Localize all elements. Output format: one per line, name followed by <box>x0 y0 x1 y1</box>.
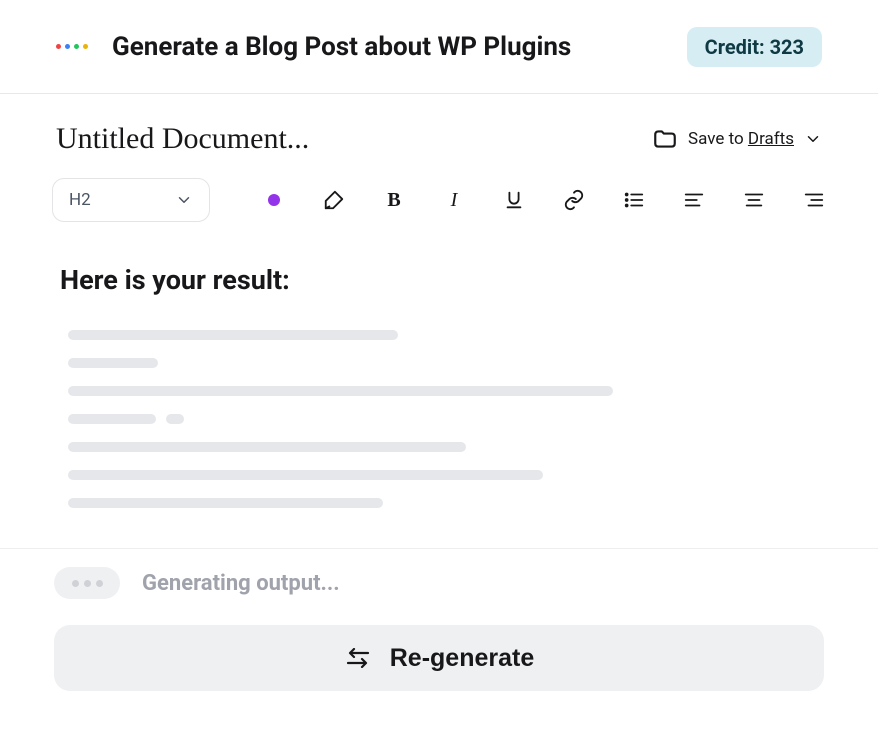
heading-value: H2 <box>69 190 91 210</box>
top-bar-left: Generate a Blog Post about WP Plugins <box>56 32 571 62</box>
save-target: Drafts <box>748 129 794 149</box>
text-color-button[interactable] <box>262 188 286 212</box>
placeholder-line <box>68 414 818 424</box>
placeholder-line <box>68 330 398 340</box>
italic-icon: I <box>451 189 458 212</box>
highlighter-icon <box>323 189 345 211</box>
generating-label: Generating output... <box>142 571 340 596</box>
document-title[interactable]: Untitled Document... <box>56 122 309 156</box>
color-dot-icon <box>268 194 280 206</box>
toolbar-icons: B I <box>262 188 826 212</box>
align-left-icon <box>683 189 705 211</box>
link-icon <box>563 189 585 211</box>
editor-content: Here is your result: <box>0 240 878 508</box>
align-left-button[interactable] <box>682 188 706 212</box>
document-header: Untitled Document... Save to Drafts <box>0 94 878 172</box>
placeholder-line <box>68 498 383 508</box>
highlight-button[interactable] <box>322 188 346 212</box>
placeholder-line <box>68 386 613 396</box>
placeholder-line <box>68 358 158 368</box>
credit-badge: Credit: 323 <box>687 27 822 67</box>
underline-button[interactable] <box>502 188 526 212</box>
placeholder-line <box>68 442 466 452</box>
italic-button[interactable]: I <box>442 188 466 212</box>
logo-icon <box>56 44 88 49</box>
placeholder-line <box>68 470 543 480</box>
top-bar: Generate a Blog Post about WP Plugins Cr… <box>0 0 878 94</box>
heading-select[interactable]: H2 <box>52 178 210 222</box>
regenerate-label: Re-generate <box>390 644 535 673</box>
page-title: Generate a Blog Post about WP Plugins <box>112 32 571 62</box>
align-center-button[interactable] <box>742 188 766 212</box>
align-center-icon <box>743 189 765 211</box>
bold-button[interactable]: B <box>382 188 406 212</box>
loading-placeholder <box>60 330 818 508</box>
generating-row: Generating output... <box>54 567 824 599</box>
bullet-list-button[interactable] <box>622 188 646 212</box>
link-button[interactable] <box>562 188 586 212</box>
list-icon <box>623 189 645 211</box>
swap-icon <box>344 648 372 668</box>
save-label: Save to Drafts <box>688 129 794 149</box>
align-right-icon <box>803 189 825 211</box>
save-prefix: Save to <box>688 129 748 149</box>
chevron-down-icon <box>804 130 822 148</box>
underline-icon <box>503 189 525 211</box>
footer-bar: Generating output... Re-generate <box>0 548 878 691</box>
save-to-drafts-button[interactable]: Save to Drafts <box>652 126 822 152</box>
folder-icon <box>652 126 678 152</box>
align-right-button[interactable] <box>802 188 826 212</box>
result-heading: Here is your result: <box>60 264 818 296</box>
editor-toolbar: H2 B I <box>0 172 878 240</box>
bold-icon: B <box>387 189 400 212</box>
loading-dots-icon <box>54 567 120 599</box>
chevron-down-icon <box>175 191 193 209</box>
regenerate-button[interactable]: Re-generate <box>54 625 824 691</box>
